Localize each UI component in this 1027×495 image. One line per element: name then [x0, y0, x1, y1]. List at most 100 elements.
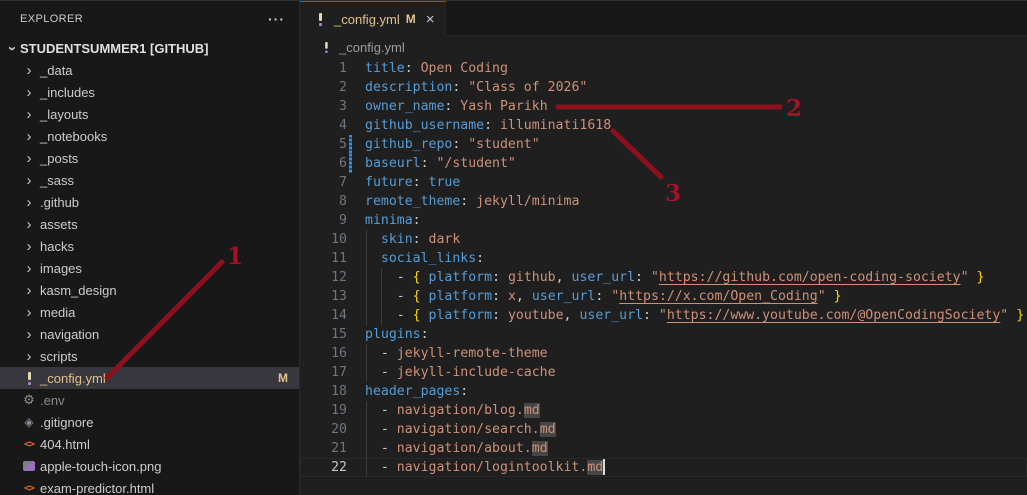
- sidebar-file-apple-touch-icon.png[interactable]: apple-touch-icon.png: [0, 455, 299, 477]
- code-line-12[interactable]: 12 - { platform: github, user_url: "http…: [300, 268, 1027, 287]
- html-icon: <>: [21, 483, 37, 494]
- code-line-19[interactable]: 19 - navigation/blog.md: [300, 401, 1027, 420]
- item-label: .gitignore: [40, 415, 93, 430]
- sidebar-folder-_data[interactable]: ›_data: [0, 59, 299, 81]
- breadcrumb[interactable]: _config.yml: [300, 36, 1027, 59]
- workspace-root[interactable]: › STUDENTSUMMER1 [GITHUB]: [0, 37, 299, 59]
- gutter-spacer: [349, 382, 352, 401]
- diamond-icon: ◈: [21, 415, 37, 429]
- gutter-spacer: [349, 458, 352, 477]
- explorer-sidebar: EXPLORER ··· › STUDENTSUMMER1 [GITHUB] ›…: [0, 1, 300, 495]
- item-label: .env: [40, 393, 65, 408]
- sidebar-file-_config.yml[interactable]: _config.yml M: [0, 367, 299, 389]
- gutter-spacer: [349, 173, 352, 192]
- sidebar-folder-navigation[interactable]: ›navigation: [0, 323, 299, 345]
- tab-modified-badge: M: [406, 12, 416, 26]
- code-line-4[interactable]: 4github_username: illuminati1618: [300, 116, 1027, 135]
- sidebar-folder-assets[interactable]: ›assets: [0, 213, 299, 235]
- gear-icon: ⚙: [21, 392, 37, 408]
- code-line-22[interactable]: 22 - navigation/logintoolkit.md: [300, 458, 1027, 477]
- yaml-icon: [312, 13, 328, 26]
- code-line-15[interactable]: 15plugins:: [300, 325, 1027, 344]
- code-line-9[interactable]: 9minima:: [300, 211, 1027, 230]
- code-line-6[interactable]: 6baseurl: "/student": [300, 154, 1027, 173]
- line-number: 20: [300, 420, 347, 439]
- code-text: owner_name: Yash Parikh: [365, 97, 1027, 116]
- code-line-3[interactable]: 3owner_name: Yash Parikh: [300, 97, 1027, 116]
- code-line-7[interactable]: 7future: true: [300, 173, 1027, 192]
- sidebar-folder-images[interactable]: ›images: [0, 257, 299, 279]
- item-label: _layouts: [40, 107, 88, 122]
- sidebar-folder-media[interactable]: ›media: [0, 301, 299, 323]
- more-actions-icon[interactable]: ···: [268, 11, 285, 27]
- item-label: _config.yml: [40, 371, 106, 386]
- code-line-1[interactable]: 1title: Open Coding: [300, 59, 1027, 78]
- close-icon[interactable]: ×: [426, 11, 435, 28]
- chevron-right-icon: ›: [21, 129, 37, 144]
- code-text: future: true: [365, 173, 1027, 192]
- sidebar-folder-_posts[interactable]: ›_posts: [0, 147, 299, 169]
- code-line-14[interactable]: 14 - { platform: youtube, user_url: "htt…: [300, 306, 1027, 325]
- code-line-13[interactable]: 13 - { platform: x, user_url: "https://x…: [300, 287, 1027, 306]
- chevron-right-icon: ›: [21, 217, 37, 232]
- gutter-spacer: [349, 363, 352, 382]
- text-cursor: [603, 459, 605, 475]
- code-text: remote_theme: jekyll/minima: [365, 192, 1027, 211]
- code-line-20[interactable]: 20 - navigation/search.md: [300, 420, 1027, 439]
- gutter-spacer: [349, 249, 352, 268]
- explorer-items: ›_data›_includes›_layouts›_notebooks›_po…: [0, 59, 299, 495]
- code-line-11[interactable]: 11 social_links:: [300, 249, 1027, 268]
- git-modified-badge: M: [278, 371, 299, 385]
- code-line-10[interactable]: 10 skin: dark: [300, 230, 1027, 249]
- sidebar-folder-_layouts[interactable]: ›_layouts: [0, 103, 299, 125]
- gutter-spacer: [349, 59, 352, 78]
- chevron-right-icon: ›: [21, 305, 37, 320]
- code-text: - jekyll-remote-theme: [365, 344, 1027, 363]
- yaml-icon: [319, 42, 333, 53]
- line-number: 16: [300, 344, 347, 363]
- line-number: 22: [300, 458, 347, 477]
- gutter-spacer: [349, 306, 352, 325]
- item-label: media: [40, 305, 75, 320]
- line-number: 13: [300, 287, 347, 306]
- gutter-spacer: [349, 230, 352, 249]
- code-line-8[interactable]: 8remote_theme: jekyll/minima: [300, 192, 1027, 211]
- code-line-16[interactable]: 16 - jekyll-remote-theme: [300, 344, 1027, 363]
- gutter-spacer: [349, 439, 352, 458]
- sidebar-file-.gitignore[interactable]: ◈.gitignore: [0, 411, 299, 433]
- sidebar-file-exam-predictor.html[interactable]: <>exam-predictor.html: [0, 477, 299, 495]
- gutter-spacer: [349, 211, 352, 230]
- sidebar-folder-kasm_design[interactable]: ›kasm_design: [0, 279, 299, 301]
- code-line-17[interactable]: 17 - jekyll-include-cache: [300, 363, 1027, 382]
- code-text: - navigation/logintoolkit.md: [365, 458, 1027, 477]
- item-label: _data: [40, 63, 73, 78]
- item-label: _posts: [40, 151, 78, 166]
- yaml-icon: [21, 372, 37, 385]
- tab-config-yml[interactable]: _config.yml M ×: [300, 1, 446, 36]
- item-label: apple-touch-icon.png: [40, 459, 161, 474]
- code-text: title: Open Coding: [365, 59, 1027, 78]
- sidebar-folder-_sass[interactable]: ›_sass: [0, 169, 299, 191]
- sidebar-folder-scripts[interactable]: ›scripts: [0, 345, 299, 367]
- code-line-21[interactable]: 21 - navigation/about.md: [300, 439, 1027, 458]
- sidebar-folder-.github[interactable]: ›.github: [0, 191, 299, 213]
- code-text: - jekyll-include-cache: [365, 363, 1027, 382]
- code-text: minima:: [365, 211, 1027, 230]
- chevron-right-icon: ›: [21, 195, 37, 210]
- chevron-right-icon: ›: [21, 63, 37, 78]
- sidebar-folder-_notebooks[interactable]: ›_notebooks: [0, 125, 299, 147]
- code-line-18[interactable]: 18header_pages:: [300, 382, 1027, 401]
- sidebar-folder-hacks[interactable]: ›hacks: [0, 235, 299, 257]
- code-line-5[interactable]: 5github_repo: "student": [300, 135, 1027, 154]
- code-text: - navigation/search.md: [365, 420, 1027, 439]
- explorer-header: EXPLORER ···: [0, 1, 299, 37]
- sidebar-file-.env[interactable]: ⚙.env: [0, 389, 299, 411]
- chevron-down-icon: ›: [4, 41, 20, 56]
- item-label: .github: [40, 195, 79, 210]
- sidebar-file-404.html[interactable]: <>404.html: [0, 433, 299, 455]
- sidebar-folder-_includes[interactable]: ›_includes: [0, 81, 299, 103]
- item-label: _notebooks: [40, 129, 107, 144]
- code-line-2[interactable]: 2description: "Class of 2026": [300, 78, 1027, 97]
- gutter-spacer: [349, 97, 352, 116]
- tab-label: _config.yml: [334, 12, 400, 27]
